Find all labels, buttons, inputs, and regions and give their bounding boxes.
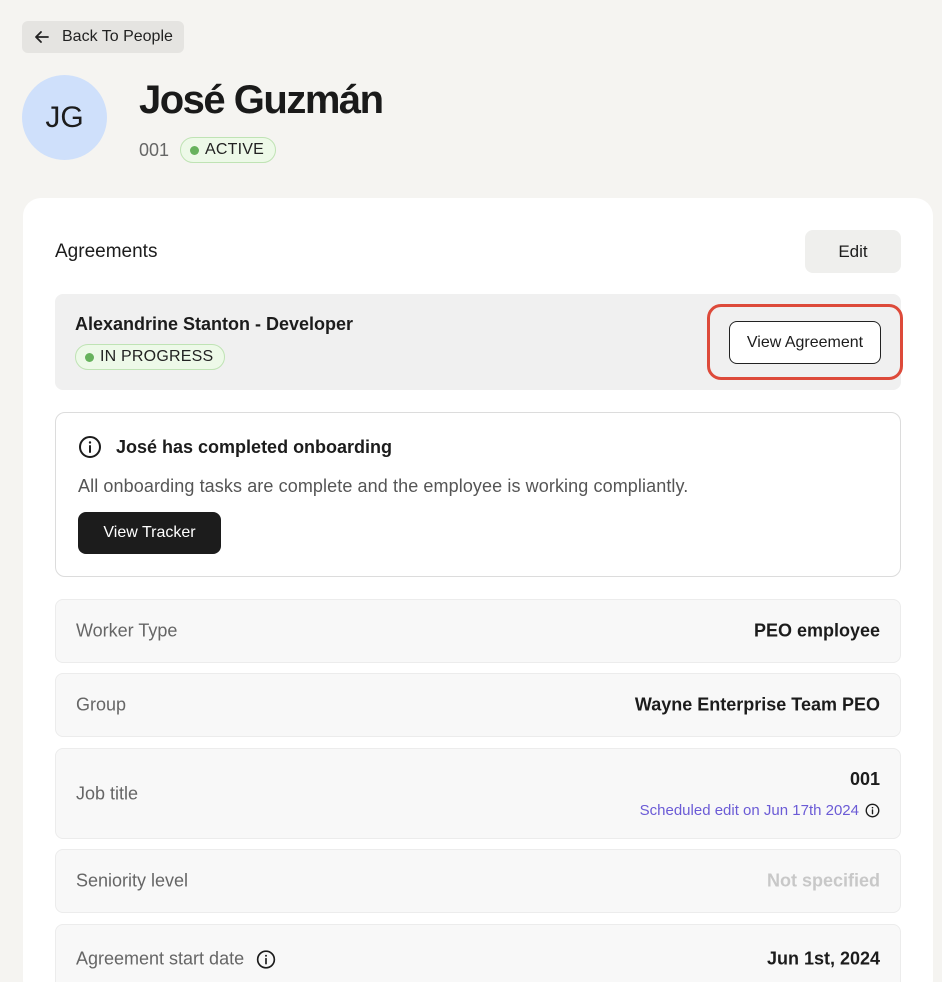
view-tracker-button[interactable]: View Tracker — [78, 512, 221, 554]
agreement-item: Alexandrine Stanton - Developer IN PROGR… — [55, 294, 903, 390]
seniority-level-label: Seniority level — [76, 870, 189, 891]
onboarding-title: José has completed onboarding — [78, 435, 392, 459]
status-dot-icon — [85, 352, 94, 362]
seniority-level-value: Not specified — [766, 870, 880, 891]
job-title-value: 001 — [849, 769, 880, 789]
scheduled-edit-note[interactable]: Scheduled edit on Jun 17th 2024 — [640, 802, 880, 819]
employee-id: 001 — [139, 139, 170, 160]
agreement-start-date-label: Agreement start date — [76, 949, 276, 970]
back-button-label: Back To People — [62, 28, 173, 45]
info-icon — [865, 803, 880, 818]
scheduled-edit-text: Scheduled edit on Jun 17th 2024 — [639, 802, 859, 819]
avatar-initials: JG — [45, 100, 84, 134]
status-badge: ACTIVE — [180, 137, 277, 163]
worker-type-row: Worker Type PEO employee — [55, 599, 901, 663]
profile-meta: 001 ACTIVE — [139, 137, 277, 163]
agreement-start-date-text: Agreement start date — [76, 948, 245, 969]
worker-type-value: PEO employee — [753, 620, 880, 641]
worker-type-label: Worker Type — [76, 620, 178, 641]
job-title-row: Job title 001 Scheduled edit on Jun 17th… — [55, 748, 901, 839]
status-dot-icon — [190, 145, 200, 155]
view-agreement-button[interactable]: View Agreement — [729, 321, 881, 364]
agreement-status-badge: IN PROGRESS — [75, 344, 226, 370]
onboarding-description: All onboarding tasks are complete and th… — [78, 476, 689, 496]
status-badge-label: ACTIVE — [205, 141, 265, 158]
seniority-level-row: Seniority level Not specified — [55, 849, 901, 913]
info-icon[interactable] — [256, 949, 276, 969]
page-title: José Guzmán — [139, 78, 384, 122]
info-icon — [79, 436, 101, 458]
agreements-title: Agreements — [55, 241, 158, 262]
back-to-people-button[interactable]: Back To People — [22, 21, 184, 53]
onboarding-notice: José has completed onboarding All onboar… — [55, 412, 901, 577]
agreement-name: Alexandrine Stanton - Developer — [75, 314, 354, 334]
group-value: Wayne Enterprise Team PEO — [634, 694, 880, 715]
agreement-start-date-value: Jun 1st, 2024 — [766, 948, 880, 969]
arrow-left-icon — [35, 31, 49, 43]
job-title-label: Job title — [76, 783, 139, 803]
agreement-start-date-row: Agreement start date Jun 1st, 2024 — [55, 924, 901, 982]
group-row: Group Wayne Enterprise Team PEO — [55, 673, 901, 737]
edit-button[interactable]: Edit — [805, 230, 901, 273]
onboarding-title-text: José has completed onboarding — [116, 436, 393, 457]
avatar: JG — [22, 75, 107, 160]
details-card: Agreements Edit Alexandrine Stanton - De… — [23, 198, 933, 982]
agreement-status-label: IN PROGRESS — [100, 348, 214, 365]
group-label: Group — [76, 694, 127, 715]
